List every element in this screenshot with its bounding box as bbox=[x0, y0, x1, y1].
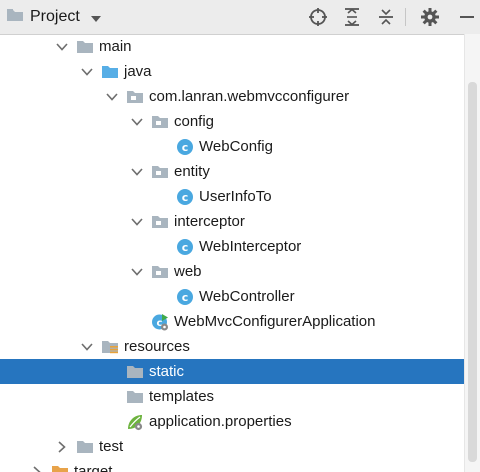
chevron-down-icon[interactable] bbox=[129, 214, 145, 230]
tree-item-resources[interactable]: resources bbox=[0, 334, 464, 359]
package-icon bbox=[151, 113, 169, 131]
tree-item-label: UserInfoTo bbox=[199, 188, 272, 205]
tree-item-label: com.lanran.webmvcconfigurer bbox=[149, 88, 350, 105]
chevron-down-icon[interactable] bbox=[79, 64, 95, 80]
tree-item-webinterceptor[interactable]: c WebInterceptor bbox=[0, 234, 464, 259]
tree-item-label: templates bbox=[149, 388, 215, 405]
tree-item-entity[interactable]: entity bbox=[0, 159, 464, 184]
tree-item-web[interactable]: web bbox=[0, 259, 464, 284]
minimize-icon[interactable] bbox=[452, 5, 476, 29]
project-view-selector[interactable]: Project bbox=[6, 0, 102, 34]
gear-icon[interactable] bbox=[418, 5, 442, 29]
tree-item-label: WebConfig bbox=[199, 138, 273, 155]
tree-item-label: WebInterceptor bbox=[199, 238, 302, 255]
tree-item-templates[interactable]: templates bbox=[0, 384, 464, 409]
package-icon bbox=[151, 163, 169, 181]
chevron-down-icon[interactable] bbox=[129, 114, 145, 130]
tree-item-java[interactable]: java bbox=[0, 59, 464, 84]
tree-item-webcontroller[interactable]: c WebController bbox=[0, 284, 464, 309]
chevron-down-icon[interactable] bbox=[54, 39, 70, 55]
tree-item-static[interactable]: static bbox=[0, 359, 464, 384]
source-folder-icon bbox=[101, 63, 119, 81]
chevron-down-icon[interactable] bbox=[104, 89, 120, 105]
toolbar-divider bbox=[405, 8, 406, 26]
java-class-icon: c bbox=[176, 138, 194, 156]
tree-item-test[interactable]: test bbox=[0, 434, 464, 459]
tree-item-target[interactable]: target bbox=[0, 459, 464, 472]
tree-item-label: java bbox=[124, 63, 152, 80]
tree-item-label: web bbox=[174, 263, 202, 280]
folder-icon bbox=[126, 388, 144, 406]
tree-item-label: test bbox=[99, 438, 124, 455]
package-icon bbox=[151, 213, 169, 231]
tree-item-package-root[interactable]: com.lanran.webmvcconfigurer bbox=[0, 84, 464, 109]
spring-boot-class-icon: c bbox=[151, 313, 169, 331]
tree-item-config[interactable]: config bbox=[0, 109, 464, 134]
tree-item-application-properties[interactable]: application.properties bbox=[0, 409, 464, 434]
chevron-down-icon[interactable] bbox=[129, 164, 145, 180]
project-folder-icon bbox=[6, 7, 24, 27]
tree-item-userinfoto[interactable]: c UserInfoTo bbox=[0, 184, 464, 209]
java-class-icon: c bbox=[176, 188, 194, 206]
tree-item-label: config bbox=[174, 113, 215, 130]
expand-all-icon[interactable] bbox=[340, 5, 364, 29]
tree-item-interceptor[interactable]: interceptor bbox=[0, 209, 464, 234]
svg-text:c: c bbox=[182, 141, 189, 154]
project-title: Project bbox=[30, 8, 80, 25]
excluded-folder-icon bbox=[51, 463, 69, 472]
package-icon bbox=[126, 88, 144, 106]
folder-icon bbox=[76, 438, 94, 456]
tree-item-label: main bbox=[99, 38, 132, 55]
tree-item-label: WebMvcConfigurerApplication bbox=[174, 313, 376, 330]
project-tool-window-header: Project bbox=[0, 0, 480, 35]
svg-text:c: c bbox=[182, 291, 189, 304]
chevron-down-icon[interactable] bbox=[129, 264, 145, 280]
resources-folder-icon bbox=[101, 338, 119, 356]
chevron-right-icon[interactable] bbox=[54, 439, 70, 455]
tree-item-label: WebController bbox=[199, 288, 295, 305]
java-class-icon: c bbox=[176, 238, 194, 256]
spring-properties-icon bbox=[126, 413, 144, 431]
folder-icon bbox=[76, 38, 94, 56]
tree-item-webconfig[interactable]: c WebConfig bbox=[0, 134, 464, 159]
tree-item-label: entity bbox=[174, 163, 210, 180]
collapse-all-icon[interactable] bbox=[374, 5, 398, 29]
tree-item-application[interactable]: c WebMvcConfigurerApplication bbox=[0, 309, 464, 334]
package-icon bbox=[151, 263, 169, 281]
svg-text:c: c bbox=[182, 241, 189, 254]
chevron-right-icon[interactable] bbox=[29, 464, 45, 472]
project-tree: main java com.lanran.webmvcconfigurer co… bbox=[0, 34, 464, 472]
chevron-down-icon[interactable] bbox=[79, 339, 95, 355]
scrollbar-thumb[interactable] bbox=[468, 82, 477, 462]
folder-icon bbox=[126, 363, 144, 381]
locate-crosshair-icon[interactable] bbox=[306, 5, 330, 29]
tree-item-label: resources bbox=[124, 338, 190, 355]
vertical-scrollbar[interactable] bbox=[464, 34, 480, 472]
tree-item-label: target bbox=[74, 463, 113, 472]
java-class-icon: c bbox=[176, 288, 194, 306]
tree-item-label: interceptor bbox=[174, 213, 245, 230]
svg-text:c: c bbox=[182, 191, 189, 204]
tree-item-label: static bbox=[149, 363, 185, 380]
tree-item-main[interactable]: main bbox=[0, 34, 464, 59]
tree-item-label: application.properties bbox=[149, 413, 292, 430]
chevron-down-icon[interactable] bbox=[90, 10, 102, 27]
